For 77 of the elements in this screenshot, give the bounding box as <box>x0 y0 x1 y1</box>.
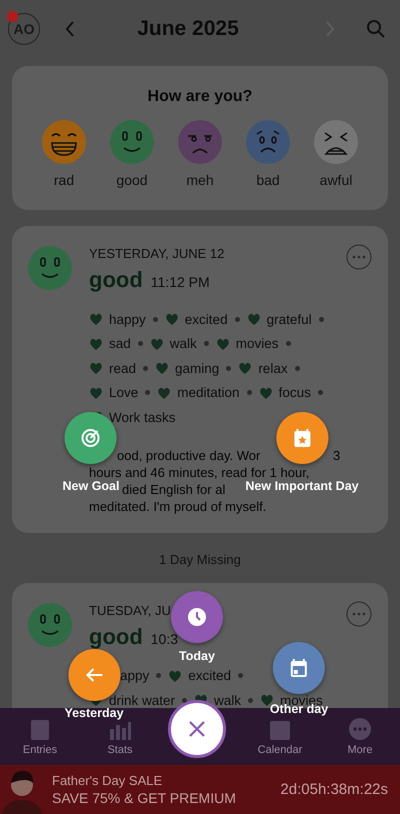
mood-label[interactable]: meh <box>186 172 214 188</box>
entry-time: 10:3 <box>150 630 178 646</box>
nav-label[interactable]: Calendar <box>258 744 302 756</box>
entry-time: 11:12 PM <box>150 274 210 290</box>
activity-label: movies <box>236 336 279 352</box>
activity-label: excited <box>188 668 232 684</box>
activity-icon <box>89 361 103 376</box>
note-text: ood, productive day. Wor <box>117 448 260 462</box>
more-icon[interactable] <box>346 600 372 626</box>
countdown-timer: 2d:05h:38m:22s <box>280 781 388 798</box>
activity-label: walk <box>214 692 242 708</box>
worried-face-icon[interactable] <box>246 120 290 164</box>
activity-label: drink water <box>109 692 176 708</box>
sale-offer: SAVE 75% & GET PREMIUM <box>52 790 237 806</box>
activity-icon <box>164 312 179 326</box>
entry-mood: good <box>89 267 143 293</box>
promo-banner[interactable]: Father's Day SALE SAVE 75% & GET PREMIUM 2d:05h:38m:22s <box>0 765 400 814</box>
crying-face-icon[interactable] <box>314 120 358 164</box>
activity-icon <box>89 312 103 326</box>
grinning-face-icon[interactable] <box>42 120 86 164</box>
activity-label: excited <box>184 312 228 327</box>
mood-label[interactable]: awful <box>320 172 352 188</box>
activity-label: Love <box>109 385 138 400</box>
activity-label: gaming <box>175 360 220 376</box>
entry-date: TUESDAY, JU <box>89 602 171 618</box>
more-icon[interactable] <box>348 717 372 741</box>
mood-label[interactable]: rad <box>54 172 74 188</box>
activity-label: meditation <box>177 385 240 400</box>
more-icon[interactable] <box>346 244 372 270</box>
sale-title: Father's Day SALE <box>52 773 164 788</box>
activity-icon <box>157 386 172 400</box>
note-text: meditated. I'm proud of myself. <box>89 498 266 514</box>
activity-label: grateful <box>266 312 312 327</box>
mood-label[interactable]: bad <box>256 172 280 188</box>
activity-icon <box>89 386 103 400</box>
menu-action-label: New Important Day <box>245 479 359 493</box>
activity-label: walk <box>170 336 197 352</box>
activity-label: read <box>109 360 136 376</box>
entry-mood: good <box>89 624 143 650</box>
frowning-face-icon[interactable] <box>178 120 222 164</box>
calendar-icon <box>289 658 309 678</box>
activity-label: appy <box>120 668 150 684</box>
mood-question: How are you? <box>146 88 254 106</box>
clock-icon <box>187 607 207 627</box>
month-title: June 2025 <box>136 17 240 41</box>
chevron-left-icon[interactable] <box>64 20 76 38</box>
activity-label: sad <box>109 336 131 352</box>
nav-label[interactable]: Entries <box>22 744 58 756</box>
entry-card[interactable] <box>12 226 388 532</box>
activity-icon <box>155 361 170 376</box>
nav-label[interactable]: More <box>347 744 373 756</box>
activity-icon <box>246 312 261 326</box>
note-text: died English for al <box>122 482 226 496</box>
activity-icon <box>89 336 103 351</box>
activity-icon <box>258 386 273 400</box>
mood-label[interactable]: good <box>116 172 148 188</box>
missing-days-label[interactable]: 1 Day Missing <box>0 552 400 566</box>
activity-label: focus <box>278 385 311 400</box>
search-icon[interactable] <box>366 19 386 39</box>
note-text: hours and 46 minutes, read for 1 hour, <box>89 464 310 480</box>
note-text: 3 <box>333 448 340 462</box>
activity-label: Work tasks <box>109 410 176 425</box>
menu-action-label: New Goal <box>62 479 120 493</box>
activity-icon <box>216 336 230 351</box>
smiling-face-icon[interactable] <box>110 120 154 164</box>
activity-label: relax <box>258 360 288 376</box>
activity-icon <box>238 361 252 376</box>
menu-action-label: Today <box>179 649 215 663</box>
activity-label: happy <box>109 312 146 327</box>
notepad-icon[interactable] <box>28 717 52 741</box>
nav-label[interactable]: Stats <box>107 744 133 756</box>
activity-icon <box>168 668 182 683</box>
close-icon <box>187 719 207 739</box>
entry-date: YESTERDAY, JUNE 12 <box>89 246 224 261</box>
activity-icon <box>150 336 164 351</box>
target-icon <box>81 428 101 448</box>
menu-action-label: Yesterday <box>64 706 124 720</box>
